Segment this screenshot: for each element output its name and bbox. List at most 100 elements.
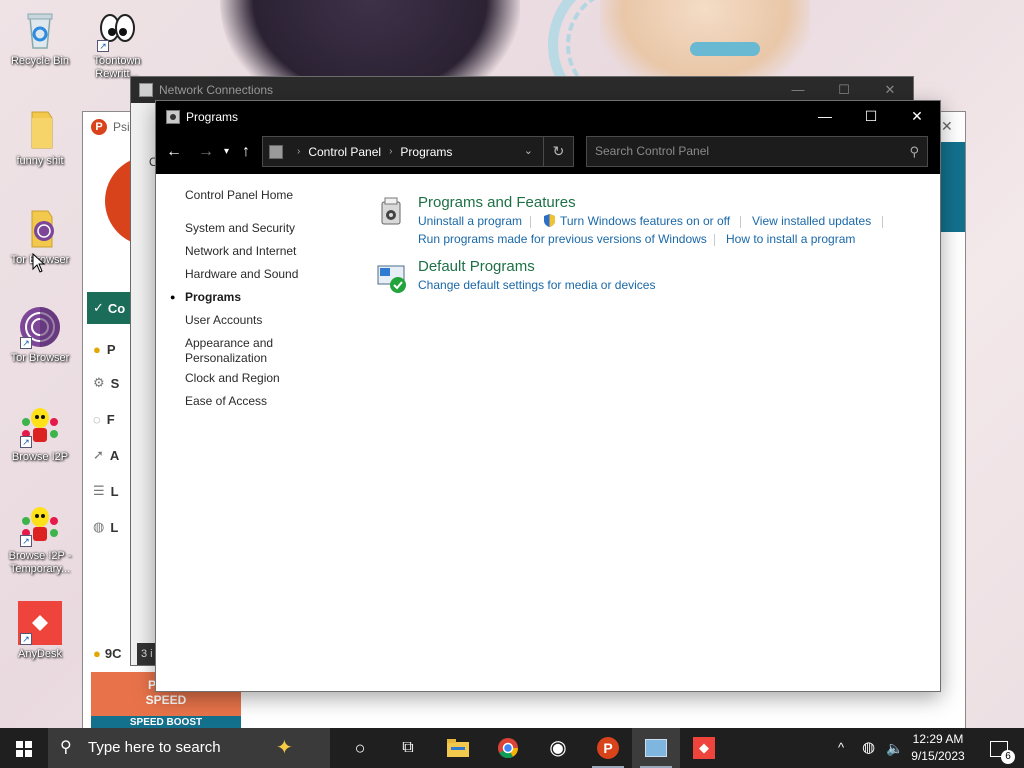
breadcrumb-programs[interactable]: Programs	[400, 145, 452, 159]
address-dropdown-chevron-icon[interactable]: ⌄	[524, 144, 533, 157]
i2p-icon: ↗	[18, 404, 62, 448]
desktop-icon-label: Browse I2P - Temporary...	[8, 550, 72, 575]
minimize-button[interactable]: —	[802, 101, 848, 132]
volume-muted-icon[interactable]: 🔈	[886, 728, 903, 768]
nav-ease-of-access[interactable]: Ease of Access	[185, 394, 267, 409]
programs-window-title: Programs	[186, 109, 239, 124]
recycle-bin-icon	[18, 8, 62, 52]
psiphon-side-label: F	[106, 411, 115, 427]
default-programs-title[interactable]: Default Programs	[418, 258, 535, 275]
link-divider	[714, 234, 715, 246]
taskbar: ⚲ Type here to search ✦ ○ ⧉ ◉ P ◆ ^ ◍ 🔈 …	[0, 728, 1024, 768]
mouse-cursor-icon	[32, 252, 46, 278]
view-installed-updates-link[interactable]: View installed updates	[752, 214, 871, 228]
link-divider	[740, 216, 741, 228]
psiphon-coin-icon: ●	[93, 646, 101, 661]
control-panel-home-link[interactable]: Control Panel Home	[185, 188, 293, 203]
refresh-icon[interactable]: ↻	[543, 137, 573, 166]
search-input[interactable]: Search Control Panel ⚲	[586, 136, 928, 167]
close-button[interactable]: ✕	[894, 101, 940, 132]
network-items-count: 3 i	[141, 648, 153, 660]
programs-window-controls: — ☐ ✕	[802, 101, 940, 132]
desktop-icon-anydesk[interactable]: ↗ AnyDesk	[0, 601, 80, 661]
up-arrow-icon[interactable]: ↑	[242, 140, 250, 164]
tor-folder-icon	[18, 207, 62, 251]
shield-icon	[542, 213, 557, 231]
cortana-icon[interactable]: ○	[336, 728, 384, 768]
network-globe-icon[interactable]: ◍	[862, 728, 875, 768]
start-button[interactable]	[0, 728, 48, 768]
control-panel-icon	[166, 109, 180, 124]
back-arrow-icon[interactable]: ←	[166, 140, 182, 164]
control-panel-icon	[269, 144, 283, 159]
change-default-settings-link[interactable]: Change default settings for media or dev…	[418, 278, 655, 292]
psiphon-side-label: S	[110, 375, 120, 391]
chrome-icon[interactable]	[484, 728, 532, 768]
psiphon-logo-icon: P	[91, 119, 107, 135]
psiphon-close-icon[interactable]: ✕	[941, 118, 953, 135]
psiphon-coin-icon: ●	[93, 341, 101, 357]
how-to-install-link[interactable]: How to install a program	[726, 232, 855, 246]
uninstall-program-link[interactable]: Uninstall a program	[418, 214, 522, 228]
control-panel-taskbar-icon[interactable]	[632, 728, 680, 768]
programs-window[interactable]: Programs — ☐ ✕ ← → ▾ ↑ › Control Panel ›…	[155, 100, 941, 692]
rocket-icon: ➚	[93, 447, 104, 462]
shortcut-arrow-icon: ↗	[97, 40, 109, 52]
navigation-bar: ← → ▾ ↑ › Control Panel › Programs ⌄ ↻ S…	[156, 132, 940, 174]
shortcut-arrow-icon: ↗	[20, 633, 32, 645]
desktop-icon-funny-folder[interactable]: funny shit	[0, 108, 80, 168]
desktop-icon-tor-browser[interactable]: ↗ Tor Browser	[0, 305, 80, 365]
network-window-title: Network Connections	[159, 83, 274, 97]
breadcrumb-separator-icon[interactable]: ›	[297, 146, 300, 157]
breadcrumb-separator-icon[interactable]: ›	[389, 146, 392, 157]
task-view-icon[interactable]: ⧉	[384, 728, 432, 768]
nav-programs[interactable]: Programs	[185, 290, 241, 305]
nav-user-accounts[interactable]: User Accounts	[185, 313, 262, 328]
recent-locations-chevron-icon[interactable]: ▾	[224, 140, 229, 164]
wallpaper-hairband	[690, 42, 760, 56]
maximize-button[interactable]: ☐	[848, 101, 894, 132]
current-location-bullet-icon: ●	[170, 292, 176, 302]
shortcut-arrow-icon: ↗	[20, 535, 32, 547]
folder-icon	[18, 108, 62, 152]
nav-hardware-and-sound[interactable]: Hardware and Sound	[185, 267, 298, 282]
nav-system-and-security[interactable]: System and Security	[185, 221, 295, 236]
address-bar[interactable]: › Control Panel › Programs ⌄ ↻	[262, 136, 574, 167]
show-hidden-icons-chevron-icon[interactable]: ^	[838, 728, 844, 768]
programs-and-features-title[interactable]: Programs and Features	[418, 194, 576, 211]
system-clock[interactable]: 12:29 AM 9/15/2023	[905, 731, 971, 765]
feedback-icon: ◌	[93, 411, 101, 427]
programs-features-icon[interactable]	[376, 196, 408, 228]
desktop-icon-browse-i2p-temporary[interactable]: ↗ Browse I2P - Temporary...	[0, 503, 80, 576]
desktop-icon-browse-i2p[interactable]: ↗ Browse I2P	[0, 404, 80, 464]
psiphon-taskbar-icon[interactable]: P	[584, 728, 632, 768]
nav-appearance-line1[interactable]: Appearance and	[185, 336, 273, 351]
desktop-icon-label: funny shit	[16, 155, 64, 167]
i2p-icon: ↗	[18, 503, 62, 547]
psiphon-right-panel	[937, 142, 965, 232]
default-programs-icon[interactable]	[376, 262, 408, 294]
network-status-bar: 3 i	[137, 643, 157, 665]
nav-clock-and-region[interactable]: Clock and Region	[185, 371, 280, 386]
nav-network-and-internet[interactable]: Network and Internet	[185, 244, 296, 259]
link-divider	[882, 216, 883, 228]
tor-browser-icon: ↗	[18, 305, 62, 349]
network-connections-icon	[139, 83, 153, 97]
psiphon-side-label: L	[110, 483, 119, 499]
nav-appearance-line2[interactable]: Personalization	[185, 351, 267, 366]
desktop-icon-recycle-bin[interactable]: Recycle Bin	[0, 8, 80, 68]
search-icon: ⚲	[60, 739, 72, 756]
breadcrumb-control-panel[interactable]: Control Panel	[308, 145, 381, 159]
obs-icon[interactable]: ◉	[534, 728, 582, 768]
psiphon-side-label: L	[110, 519, 119, 535]
file-explorer-icon[interactable]	[434, 728, 482, 768]
anydesk-taskbar-icon[interactable]: ◆	[680, 728, 728, 768]
list-icon: ☰	[93, 483, 105, 498]
turn-windows-features-link[interactable]: Turn Windows features on or off	[560, 214, 730, 228]
taskbar-search-box[interactable]: ⚲ Type here to search ✦	[48, 728, 330, 768]
desktop-icon-toontown[interactable]: ↗ Toontown Rewritt...	[77, 8, 157, 81]
notification-center-icon[interactable]: 6	[984, 728, 1015, 768]
run-older-programs-link[interactable]: Run programs made for previous versions …	[418, 232, 707, 246]
forward-arrow-icon[interactable]: →	[198, 140, 214, 164]
clock-time: 12:29 AM	[912, 732, 964, 746]
